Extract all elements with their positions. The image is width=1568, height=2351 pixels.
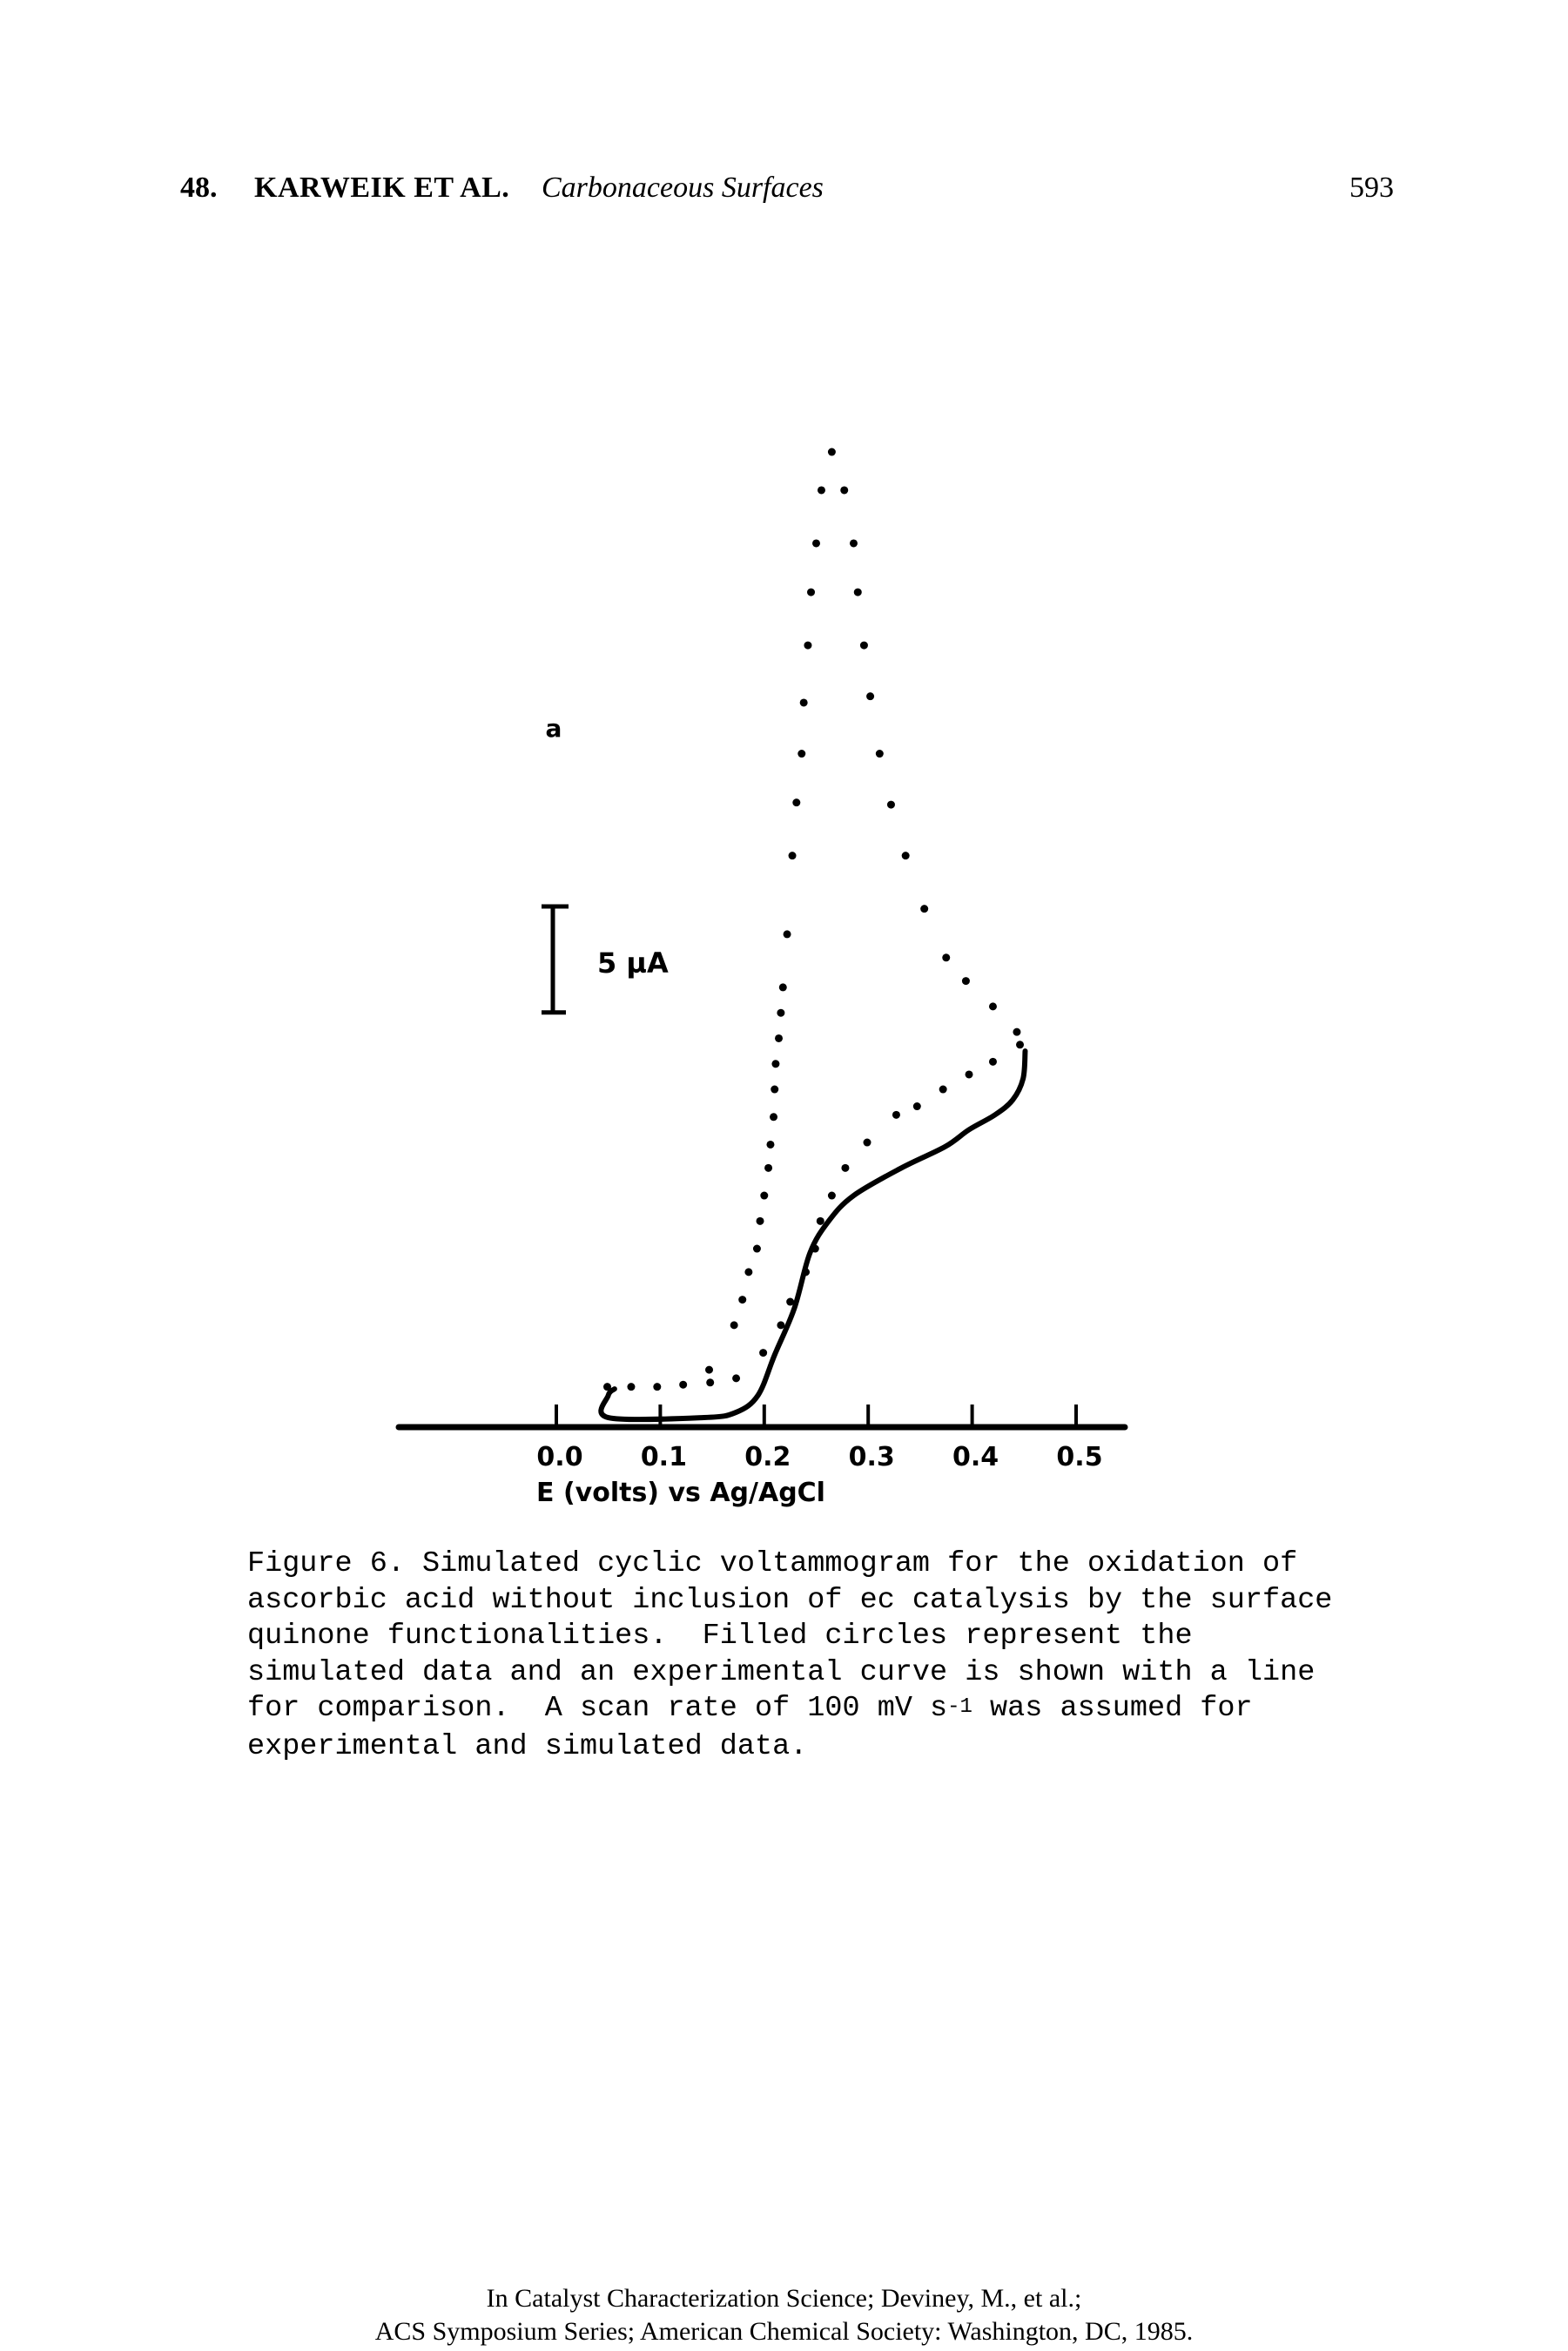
experimental-curve <box>598 1048 1028 1423</box>
simulated-data-point <box>849 539 858 548</box>
simulated-data-point <box>817 486 825 495</box>
simulated-data-point <box>777 1321 785 1330</box>
simulated-data-point <box>892 1110 900 1119</box>
x-tick-label: 0.2 <box>744 1442 791 1472</box>
simulated-data-point <box>771 1085 779 1094</box>
simulated-data-point <box>788 852 797 860</box>
citation-line-2: ACS Symposium Series; American Chemical … <box>374 2317 1194 2346</box>
caption-line-1: Figure 6. Simulated cyclic voltammogram … <box>247 1547 1298 1580</box>
simulated-data-point <box>804 641 812 650</box>
simulated-data-point <box>799 698 808 707</box>
simulated-data-point <box>886 800 895 809</box>
simulated-data-point <box>759 1349 768 1357</box>
simulated-data-point <box>939 1085 947 1094</box>
scale-bar-label: 5 µA <box>597 946 669 980</box>
simulated-data-point <box>841 1163 850 1172</box>
simulated-data-point <box>752 1244 761 1253</box>
simulated-data-point <box>797 750 806 758</box>
current-scale-bar <box>542 904 569 1015</box>
simulated-data-point <box>1013 1027 1021 1036</box>
simulated-data-point <box>775 1034 784 1042</box>
citation-line-1: In Catalyst Characterization Science; De… <box>486 2284 1082 2313</box>
simulated-data-point <box>863 1138 871 1147</box>
simulated-data-point <box>988 1002 997 1011</box>
caption-superscript: -1 <box>947 1695 972 1719</box>
simulated-data-point <box>771 1060 780 1068</box>
simulated-data-point <box>764 1163 773 1172</box>
caption-line-5: for comparison. A scan rate of 100 mV s <box>247 1692 948 1725</box>
simulated-data-point <box>912 1102 921 1111</box>
simulated-data-point <box>827 1191 836 1200</box>
simulated-data-point <box>988 1057 997 1066</box>
simulated-data-point <box>627 1383 636 1391</box>
x-tick-label: 0.3 <box>849 1442 895 1472</box>
simulated-data-point <box>859 641 868 650</box>
figure-caption: Figure 6. Simulated cyclic voltammogram … <box>247 1546 1379 1765</box>
simulated-data-point <box>875 750 884 758</box>
simulated-data-point <box>777 1008 785 1017</box>
simulated-data-point <box>816 1216 824 1225</box>
caption-line-6: experimental and simulated data. <box>247 1729 808 1763</box>
caption-line-4: simulated data and an experimental curve… <box>247 1655 1316 1689</box>
x-tick-label: 0.0 <box>536 1442 582 1472</box>
simulated-data-point <box>744 1268 753 1277</box>
caption-line-5-tail: was assumed for <box>972 1692 1253 1725</box>
simulated-data-point <box>783 930 791 939</box>
cyclic-voltammogram-chart: 0.0 0.1 0.2 0.3 0.4 0.5 a 5 µA E (volts) vs A… <box>395 448 1128 1508</box>
simulated-data-point <box>812 539 820 548</box>
simulated-data-point <box>730 1321 738 1330</box>
x-tick-label: 0.4 <box>952 1442 999 1472</box>
simulated-data-point <box>1016 1041 1025 1049</box>
simulated-data-point <box>920 905 929 913</box>
simulated-data-point <box>706 1378 715 1387</box>
x-axis: 0.0 0.1 0.2 0.3 0.4 0.5 <box>395 1405 1128 1472</box>
simulated-data-point <box>942 953 951 962</box>
simulated-data-point <box>792 798 801 807</box>
simulated-data-point <box>732 1374 741 1383</box>
simulated-data-point <box>853 588 862 596</box>
x-axis-title: E (volts) vs Ag/AgCl <box>536 1478 825 1508</box>
simulated-data-point <box>778 983 787 992</box>
simulated-data-point <box>961 977 970 986</box>
simulated-data-point <box>653 1383 662 1391</box>
simulated-data-point <box>840 486 849 495</box>
simulated-data-point <box>738 1296 747 1304</box>
panel-label: a <box>546 714 562 743</box>
x-tick-label: 0.5 <box>1056 1442 1102 1472</box>
plot-series <box>598 448 1028 1423</box>
caption-line-3: quinone functionalities. Filled circles … <box>247 1620 1193 1653</box>
caption-line-2: ascorbic acid without inclusion of ec ca… <box>247 1583 1333 1617</box>
simulated-data-point <box>965 1070 973 1079</box>
simulated-data-point <box>679 1380 688 1389</box>
simulated-data-point <box>760 1191 769 1200</box>
simulated-data-point <box>766 1140 775 1149</box>
simulated-data-point <box>756 1216 764 1225</box>
simulated-data-point <box>827 448 836 456</box>
simulated-data-point <box>807 588 816 596</box>
simulated-data-point <box>901 852 910 860</box>
simulated-data-point <box>866 692 875 701</box>
simulated-data-point <box>770 1113 778 1122</box>
x-tick-label: 0.1 <box>641 1442 687 1472</box>
simulated-data-point <box>705 1365 714 1374</box>
